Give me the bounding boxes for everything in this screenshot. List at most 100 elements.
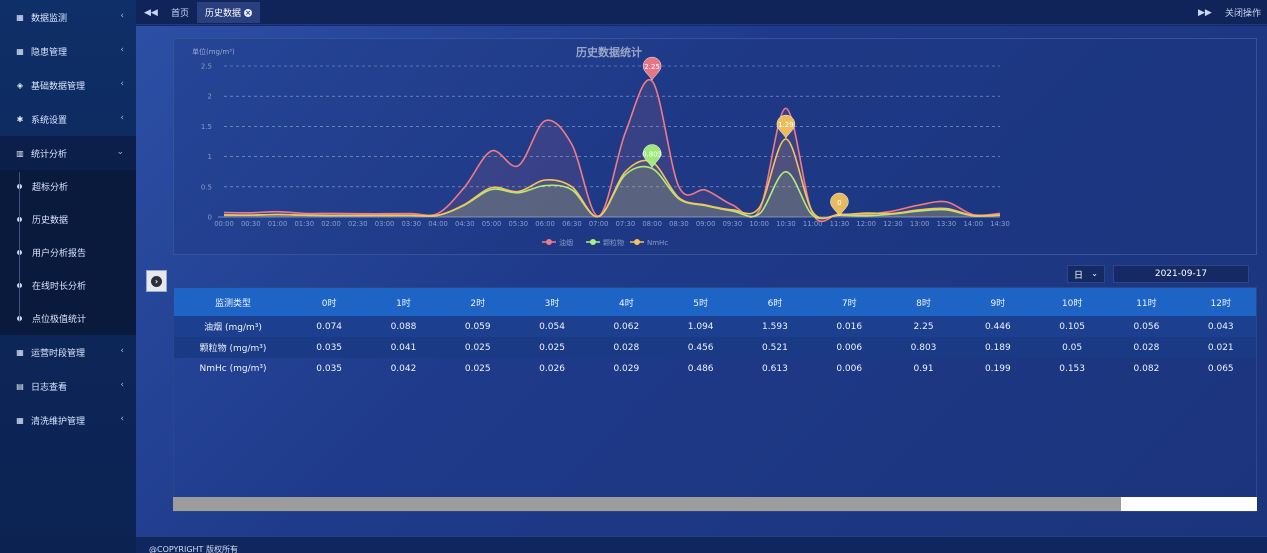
x-tick-label: 04:00 — [428, 220, 448, 228]
value-cell: 0.043 — [1207, 321, 1234, 332]
sub-item-history[interactable]: 历史数据 — [0, 203, 136, 236]
value-cell: 0.088 — [390, 321, 417, 332]
legend-dot — [590, 239, 596, 245]
sub-item-exceed[interactable]: 超标分析 — [0, 170, 136, 203]
chart-title: 历史数据统计 — [576, 45, 642, 59]
tab-bar: ◀◀ 首页 历史数据 × ▶▶ 关闭操作 — [136, 0, 1267, 25]
double-left-icon: ◀◀ — [144, 7, 158, 18]
value-cell: 0.021 — [1207, 342, 1234, 353]
x-tick-label: 02:00 — [321, 220, 341, 228]
peak-marker: 2.25 — [642, 56, 662, 81]
x-tick-label: 12:30 — [883, 220, 903, 228]
value-cell: 0.026 — [539, 363, 565, 374]
value-cell: 0.006 — [836, 363, 863, 374]
nav-item-basic-data[interactable]: ◈ 基础数据管理 ‹ — [0, 68, 136, 102]
legend-label: NmHc — [647, 239, 668, 247]
value-cell: 0.105 — [1059, 321, 1085, 332]
history-table: 监测类型 0时 1时 2时 3时 4时 5时 6时 7时 8时 9时 10时 11时 12时 油烟 (mg… — [174, 288, 1256, 379]
value-cell: 0.486 — [687, 363, 714, 374]
header-hour: 10时 — [1061, 298, 1083, 309]
header-hour: 3时 — [544, 298, 560, 309]
y-tick-label: 0 — [208, 214, 212, 222]
nav-label: 日志查看 — [31, 382, 68, 393]
close-icon[interactable]: × — [244, 8, 253, 17]
date-input[interactable]: 2021-09-17 — [1113, 265, 1249, 283]
chevron-left-icon: ‹ — [120, 79, 124, 89]
footer: @COPYRIGHT 版权所有 — [136, 536, 1267, 553]
value-cell: 0.199 — [984, 363, 1011, 374]
scrollbar-thumb[interactable] — [173, 497, 1121, 511]
gear-icon: ✱ — [16, 114, 24, 124]
statistics-submenu: 超标分析 历史数据 用户分析报告 在线时长分析 点位极值统计 — [0, 170, 136, 335]
legend-label: 颗粒物 — [603, 238, 624, 247]
header-hour: 11时 — [1136, 298, 1157, 309]
table-row: NmHc (mg/m³) 0.035 0.042 0.025 0.026 0.029 0.4… — [174, 358, 1256, 379]
marker-label: 1.29 — [778, 121, 794, 129]
x-tick-label: 07:30 — [616, 220, 636, 228]
calendar-icon: ▦ — [16, 12, 24, 22]
y-tick-label: 2 — [208, 93, 212, 101]
value-cell: 0.035 — [316, 342, 343, 353]
value-cell: 0.446 — [984, 321, 1011, 332]
value-cell: 0.521 — [762, 342, 788, 353]
main-content: 历史数据统计 单位(mg/m³) 0 0.5 1 1.5 2 2.5 00:00 00:30 0… — [136, 26, 1267, 536]
horizontal-scrollbar[interactable] — [173, 497, 1257, 511]
value-cell: 0.025 — [464, 342, 491, 353]
value-cell: 1.094 — [687, 321, 714, 332]
row-type-cell: 颗粒物 (mg/m³) — [199, 344, 267, 354]
tab-home[interactable]: 首页 — [163, 2, 197, 23]
x-tick-label: 01:00 — [268, 220, 288, 228]
sub-label: 点位极值统计 — [32, 315, 87, 325]
legend-item: NmHc — [630, 239, 668, 247]
header-hour: 8时 — [916, 298, 931, 309]
tab-history-data[interactable]: 历史数据 × — [197, 2, 261, 23]
nav-item-statistics[interactable]: ▥ 统计分析 ⌄ — [0, 136, 136, 170]
header-hour: 2时 — [470, 298, 486, 309]
nav-item-cleaning[interactable]: ▦ 清洗维护管理 ‹ — [0, 403, 136, 437]
marker-label: 0 — [837, 199, 841, 207]
value-cell: 0.028 — [1133, 342, 1160, 353]
sub-item-user-report[interactable]: 用户分析报告 — [0, 236, 136, 269]
nav-item-operation-time[interactable]: ▦ 运营时段管理 ‹ — [0, 335, 136, 369]
x-tick-label: 02:30 — [348, 220, 368, 228]
y-tick-label: 0.5 — [201, 183, 212, 191]
x-tick-label: 13:30 — [937, 220, 957, 228]
nav-item-hazard[interactable]: ▦ 隐患管理 ‹ — [0, 34, 136, 68]
nav-item-data-monitor[interactable]: ▦ 数据监测 ‹ — [0, 0, 136, 34]
x-tick-label: 08:00 — [642, 220, 662, 228]
x-tick-label: 00:30 — [241, 220, 261, 228]
scroll-right-button[interactable]: ▶▶ — [1198, 0, 1212, 25]
data-table: 监测类型 0时 1时 2时 3时 4时 5时 6时 7时 8时 9时 10时 11时 12时 油烟 (mg… — [173, 287, 1257, 512]
submenu-line — [19, 172, 20, 322]
value-cell: 0.91 — [913, 363, 934, 374]
sidebar: ▦ 数据监测 ‹ ▦ 隐患管理 ‹ ◈ 基础数据管理 ‹ ✱ 系统设置 ‹ ▥ … — [0, 0, 136, 553]
header-hour: 1时 — [396, 298, 411, 309]
table-row: 颗粒物 (mg/m³) 0.035 0.041 0.025 0.025 0.028 0.45… — [174, 337, 1256, 358]
sub-item-online-time[interactable]: 在线时长分析 — [0, 269, 136, 302]
chevron-left-icon: ‹ — [120, 380, 124, 390]
y-tick-label: 1 — [208, 153, 212, 161]
history-chart: 历史数据统计 单位(mg/m³) 0 0.5 1 1.5 2 2.5 00:00 00:30 0… — [192, 45, 1010, 247]
expand-panel-button[interactable]: › — [146, 270, 167, 292]
value-cell: 0.065 — [1207, 363, 1234, 374]
nav-item-settings[interactable]: ✱ 系统设置 ‹ — [0, 102, 136, 136]
sub-item-extremes[interactable]: 点位极值统计 — [0, 302, 136, 335]
nav-item-logs[interactable]: ▤ 日志查看 ‹ — [0, 369, 136, 403]
nav-label: 隐患管理 — [31, 47, 68, 58]
scroll-left-button[interactable]: ◀◀ — [144, 0, 158, 25]
marker-label: 2.25 — [644, 63, 660, 71]
value-cell: 0.074 — [316, 321, 343, 332]
close-ops-button[interactable]: 关闭操作 — [1225, 0, 1261, 25]
x-tick-label: 14:00 — [963, 220, 983, 228]
row-type-cell: 油烟 (mg/m³) — [204, 323, 262, 333]
chevron-down-icon: ⌄ — [116, 147, 124, 157]
period-select[interactable]: 日 ⌄ — [1067, 265, 1105, 283]
x-tick-label: 10:30 — [776, 220, 796, 228]
x-tick-label: 10:00 — [749, 220, 769, 228]
y-tick-label: 2.5 — [201, 63, 212, 71]
x-tick-label: 11:30 — [830, 220, 850, 228]
value-cell: 0.042 — [390, 363, 417, 374]
y-axis-label: 单位(mg/m³) — [192, 47, 235, 56]
x-tick-label: 06:30 — [562, 220, 582, 228]
chart-panel: 历史数据统计 单位(mg/m³) 0 0.5 1 1.5 2 2.5 00:00 00:30 0… — [173, 38, 1257, 255]
